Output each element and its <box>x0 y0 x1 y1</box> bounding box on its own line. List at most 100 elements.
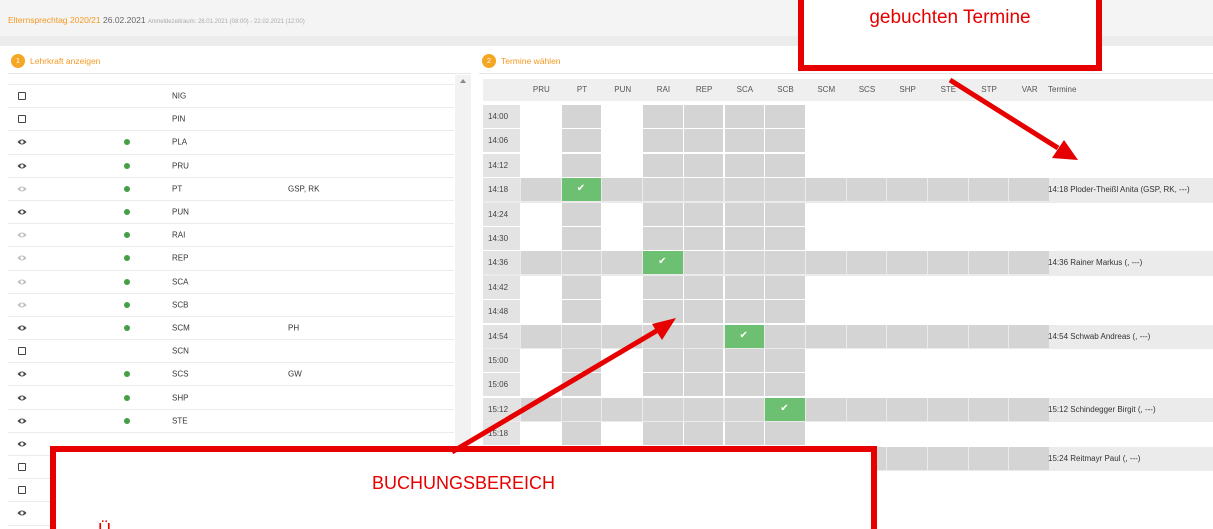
slot-cell[interactable] <box>765 129 805 153</box>
slot-cell[interactable] <box>683 227 724 250</box>
slot-cell[interactable] <box>887 446 927 470</box>
checkbox-icon[interactable] <box>18 115 26 124</box>
slot-cell[interactable] <box>805 324 846 348</box>
scroll-up-arrow-icon[interactable] <box>460 79 466 83</box>
slot-cell[interactable] <box>643 129 683 153</box>
slot-cell[interactable] <box>643 397 683 421</box>
slot-cell[interactable] <box>765 178 805 202</box>
teacher-row[interactable]: SCM PH <box>8 317 454 341</box>
slot-cell[interactable] <box>968 178 1009 202</box>
teacher-row[interactable]: RAI <box>8 224 454 248</box>
slot-cell[interactable] <box>928 446 968 470</box>
slot-cell[interactable] <box>765 300 805 324</box>
slot-cell[interactable] <box>765 153 805 177</box>
eye-icon[interactable] <box>17 254 27 262</box>
slot-cell[interactable] <box>805 251 846 275</box>
slot-cell[interactable] <box>928 178 968 202</box>
slot-cell[interactable] <box>643 202 683 226</box>
slot-cell[interactable] <box>521 178 561 202</box>
slot-cell[interactable] <box>765 349 805 372</box>
slot-cell[interactable] <box>968 446 1009 470</box>
slot-cell[interactable] <box>765 251 805 275</box>
slot-cell[interactable] <box>887 324 927 348</box>
slot-cell[interactable] <box>602 397 643 421</box>
slot-cell[interactable] <box>643 373 683 397</box>
slot-cell[interactable] <box>968 251 1009 275</box>
slot-cell[interactable] <box>521 324 561 348</box>
slot-cell[interactable] <box>521 397 561 421</box>
checkbox-icon[interactable] <box>18 347 26 356</box>
eye-icon[interactable] <box>17 417 27 425</box>
slot-cell[interactable] <box>643 300 683 324</box>
checkbox-icon[interactable] <box>18 92 26 101</box>
slot-cell[interactable] <box>561 227 602 250</box>
checkbox-icon[interactable] <box>18 486 26 495</box>
teacher-row[interactable]: PLA <box>8 131 454 155</box>
slot-cell[interactable] <box>683 202 724 226</box>
slot-cell[interactable] <box>683 324 724 348</box>
slot-cell[interactable] <box>724 105 765 128</box>
teacher-row[interactable]: SCN <box>8 340 454 364</box>
slot-cell[interactable] <box>724 373 765 397</box>
teacher-row[interactable]: PT GSP, RK <box>8 178 454 201</box>
slot-cell[interactable] <box>643 227 683 250</box>
teacher-row[interactable]: PIN <box>8 108 454 132</box>
slot-cell[interactable] <box>765 227 805 250</box>
slot-cell[interactable] <box>602 178 643 202</box>
booked-slot[interactable]: ✔ <box>724 324 765 348</box>
slot-cell[interactable] <box>846 397 887 421</box>
slot-cell[interactable] <box>928 251 968 275</box>
slot-cell[interactable] <box>683 105 724 128</box>
slot-cell[interactable] <box>683 422 724 446</box>
slot-cell[interactable] <box>602 324 643 348</box>
slot-cell[interactable] <box>928 324 968 348</box>
slot-cell[interactable] <box>643 349 683 372</box>
eye-icon[interactable] <box>17 185 27 193</box>
slot-cell[interactable] <box>683 300 724 324</box>
slot-cell[interactable] <box>643 275 683 299</box>
eye-icon[interactable] <box>17 162 27 170</box>
slot-cell[interactable] <box>724 178 765 202</box>
slot-cell[interactable] <box>724 153 765 177</box>
slot-cell[interactable] <box>1009 446 1050 470</box>
eye-icon[interactable] <box>17 324 27 332</box>
slot-cell[interactable] <box>724 422 765 446</box>
eye-icon[interactable] <box>17 208 27 216</box>
slot-cell[interactable] <box>846 251 887 275</box>
slot-cell[interactable] <box>724 397 765 421</box>
slot-cell[interactable] <box>683 373 724 397</box>
slot-cell[interactable] <box>1009 324 1050 348</box>
booked-slot[interactable]: ✔ <box>765 397 805 421</box>
slot-cell[interactable] <box>1009 251 1050 275</box>
booked-slot[interactable]: ✔ <box>561 178 602 202</box>
slot-cell[interactable] <box>887 397 927 421</box>
slot-cell[interactable] <box>724 349 765 372</box>
teacher-row[interactable]: SCS GW <box>8 363 454 387</box>
slot-cell[interactable] <box>602 251 643 275</box>
eye-icon[interactable] <box>17 138 27 146</box>
slot-cell[interactable] <box>683 275 724 299</box>
slot-cell[interactable] <box>561 251 602 275</box>
teacher-row[interactable]: STE <box>8 410 454 433</box>
slot-cell[interactable] <box>643 178 683 202</box>
slot-cell[interactable] <box>561 373 602 397</box>
slot-cell[interactable] <box>521 251 561 275</box>
slot-cell[interactable] <box>561 153 602 177</box>
slot-cell[interactable] <box>683 129 724 153</box>
slot-cell[interactable] <box>1009 178 1050 202</box>
slot-cell[interactable] <box>561 275 602 299</box>
eye-icon[interactable] <box>17 231 27 239</box>
slot-cell[interactable] <box>968 397 1009 421</box>
slot-cell[interactable] <box>643 105 683 128</box>
slot-cell[interactable] <box>805 178 846 202</box>
slot-cell[interactable] <box>765 105 805 128</box>
slot-cell[interactable] <box>561 105 602 128</box>
checkbox-icon[interactable] <box>18 463 26 472</box>
slot-cell[interactable] <box>887 251 927 275</box>
slot-cell[interactable] <box>765 422 805 446</box>
slot-cell[interactable] <box>683 397 724 421</box>
slot-cell[interactable] <box>561 422 602 446</box>
slot-cell[interactable] <box>846 178 887 202</box>
slot-cell[interactable] <box>1009 397 1050 421</box>
slot-cell[interactable] <box>561 129 602 153</box>
